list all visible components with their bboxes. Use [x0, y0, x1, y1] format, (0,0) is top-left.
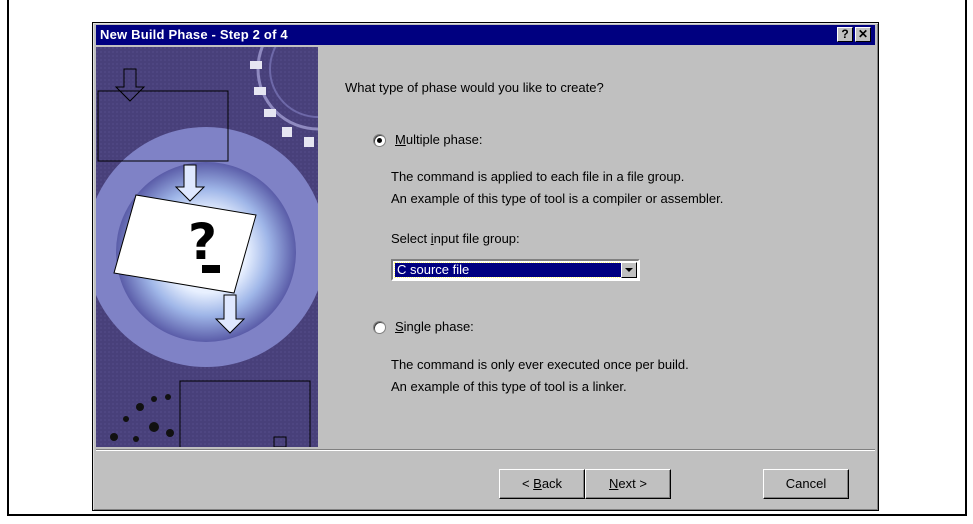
dropdown-arrow-icon[interactable]	[621, 262, 637, 278]
title-bar[interactable]: New Build Phase - Step 2 of 4 ? ✕	[96, 25, 875, 45]
next-mnemonic: N	[609, 476, 619, 491]
multiple-label-rest: ultiple phase:	[405, 132, 483, 147]
input-label-pre: Select	[391, 231, 431, 246]
window-title: New Build Phase - Step 2 of 4	[100, 27, 288, 42]
single-label-rest: ingle phase:	[403, 319, 474, 334]
single-phase-label[interactable]: Single phase:	[395, 319, 474, 334]
wizard-illustration: ?	[96, 47, 318, 447]
wizard-dialog: New Build Phase - Step 2 of 4 ? ✕ ? What…	[92, 22, 879, 511]
input-file-group-label: Select input file group:	[391, 231, 520, 246]
single-desc-line1: The command is only ever executed once p…	[391, 357, 689, 372]
flowchart-illustration-icon: ?	[96, 47, 318, 447]
next-post: ext >	[618, 476, 647, 491]
single-phase-radio[interactable]	[373, 321, 386, 334]
multiple-desc-line1: The command is applied to each file in a…	[391, 169, 685, 184]
phase-type-prompt: What type of phase would you like to cre…	[345, 80, 604, 95]
input-file-group-select[interactable]: C source file	[391, 259, 640, 281]
multiple-phase-label[interactable]: Multiple phase:	[395, 132, 482, 147]
cancel-button[interactable]: Cancel	[763, 469, 849, 499]
back-post: ack	[541, 476, 563, 491]
back-mnemonic: B	[533, 476, 542, 491]
single-desc-line2: An example of this type of tool is a lin…	[391, 379, 627, 394]
back-pre: <	[521, 476, 534, 491]
svg-text:?: ?	[188, 213, 217, 271]
next-button[interactable]: Next >	[585, 469, 671, 499]
back-button[interactable]: < Back	[499, 469, 585, 499]
help-button[interactable]: ?	[837, 27, 853, 42]
selected-file-group: C source file	[394, 262, 622, 278]
multiple-desc-line2: An example of this type of tool is a com…	[391, 191, 724, 206]
radio-selected-dot	[377, 138, 382, 143]
multiple-mnemonic: M	[395, 132, 406, 147]
close-button[interactable]: ✕	[855, 27, 871, 42]
input-label-post: nput file group:	[433, 231, 520, 246]
multiple-phase-radio[interactable]	[373, 134, 386, 147]
single-mnemonic: S	[395, 319, 404, 334]
button-separator	[96, 449, 875, 451]
